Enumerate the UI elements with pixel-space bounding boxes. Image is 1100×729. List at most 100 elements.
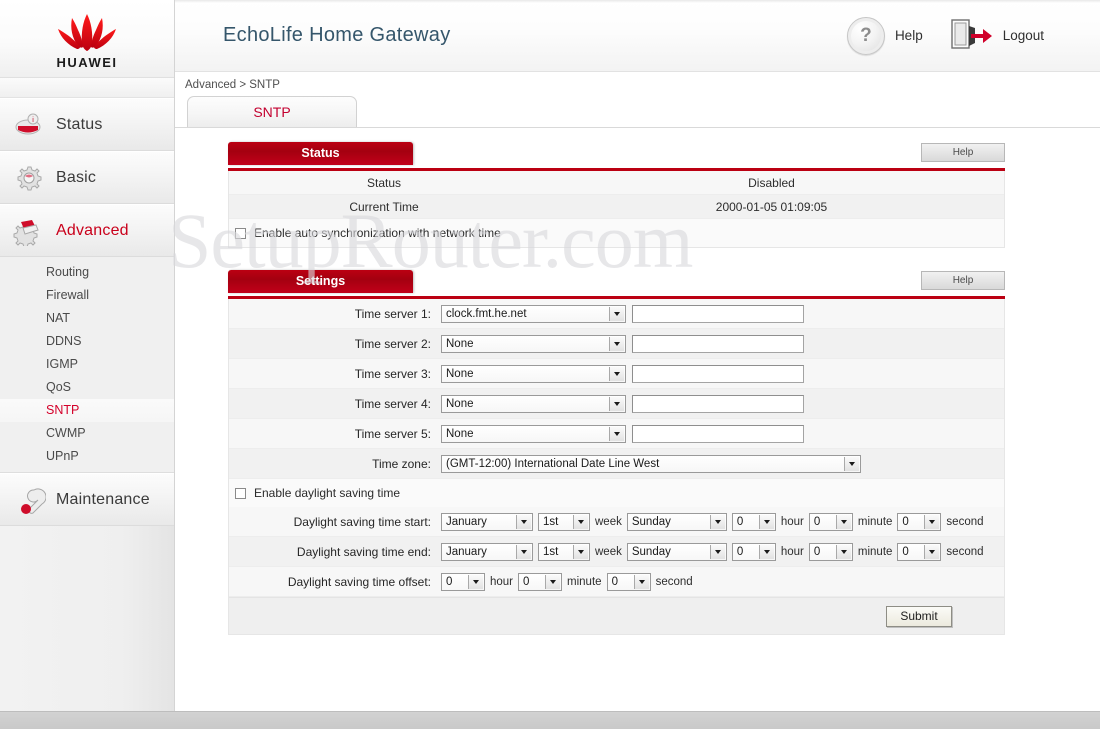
sidebar-subitem-routing[interactable]: Routing — [0, 261, 174, 284]
status-row-key: Status — [366, 175, 402, 190]
dst-offset-hour-select[interactable]: 0 — [441, 572, 485, 591]
dst-start-ordinal-select[interactable]: 1st — [538, 512, 590, 531]
sidebar-item-advanced[interactable]: Advanced — [0, 204, 174, 257]
time-server-3-input[interactable] — [632, 364, 804, 383]
table-row: Status Disabled — [229, 171, 1004, 195]
dst-end-ordinal-select[interactable]: 1st — [538, 542, 590, 561]
chevron-down-icon — [758, 544, 774, 559]
dst-end-hour-select[interactable]: 0 — [731, 542, 776, 561]
chevron-down-icon — [633, 574, 649, 589]
settings-panel-help-button[interactable]: Help — [921, 271, 1005, 290]
sidebar-subitem-sntp[interactable]: SNTP — [0, 399, 174, 422]
help-label: Help — [894, 28, 923, 43]
chevron-down-icon — [545, 574, 561, 589]
tab-strip: SNTP — [175, 96, 1100, 128]
chevron-down-icon — [609, 306, 624, 321]
chevron-down-icon — [573, 544, 588, 559]
chevron-down-icon — [709, 514, 725, 529]
sidebar-subitem-igmp[interactable]: IGMP — [0, 353, 174, 376]
chevron-down-icon — [924, 514, 940, 529]
dst-end-minute-value: 0 — [813, 545, 821, 558]
time-server-1-select[interactable]: clock.fmt.he.net — [441, 304, 626, 323]
time-server-2-row: Time server 2: None — [229, 329, 1004, 359]
time-server-5-label: Time server 5: — [354, 426, 431, 441]
help-button[interactable]: ? Help — [846, 16, 949, 55]
tab-sntp[interactable]: SNTP — [187, 96, 357, 127]
dst-offset-row: Daylight saving time offset: 0 hour 0 mi… — [229, 567, 1004, 597]
sidebar-item-status[interactable]: i Status — [0, 98, 174, 151]
time-server-3-select[interactable]: None — [441, 364, 626, 383]
sidebar-submenu-advanced: Routing Firewall NAT DDNS IGMP QoS SNTP … — [0, 257, 174, 473]
time-server-5-select[interactable]: None — [441, 424, 626, 443]
chevron-down-icon — [609, 336, 624, 351]
submit-button[interactable]: Submit — [886, 605, 952, 627]
sidebar-item-basic[interactable]: Basic — [0, 151, 174, 204]
time-server-5-input[interactable] — [632, 424, 804, 443]
auto-sync-row: Enable auto synchronization with network… — [229, 219, 1004, 247]
dst-start-minute-select[interactable]: 0 — [808, 512, 853, 531]
status-panel: Status Help Status Disabled Current Time… — [228, 142, 1005, 248]
advanced-gear-icon — [12, 216, 46, 247]
sidebar-spacer — [0, 78, 174, 98]
dst-start-ordinal-value: 1st — [543, 515, 559, 528]
sidebar-subitem-ddns[interactable]: DDNS — [0, 330, 174, 353]
dst-start-hour-unit: hour — [780, 515, 804, 528]
chevron-down-icon — [609, 366, 624, 381]
dst-offset-minute-select[interactable]: 0 — [518, 572, 563, 591]
time-server-3-row: Time server 3: None — [229, 359, 1004, 389]
sidebar-subitem-firewall[interactable]: Firewall — [0, 284, 174, 307]
dst-end-week-unit: week — [595, 545, 622, 558]
time-server-5-value: None — [446, 427, 474, 440]
question-circle-icon: ? — [846, 16, 885, 55]
status-panel-help-button[interactable]: Help — [921, 143, 1005, 162]
dst-end-row: Daylight saving time end: January 1st we… — [229, 537, 1004, 567]
sidebar-subitem-upnp[interactable]: UPnP — [0, 445, 174, 468]
dst-end-hour-unit: hour — [780, 545, 804, 558]
dst-start-day-value: Sunday — [631, 515, 671, 528]
dst-start-hour-select[interactable]: 0 — [731, 512, 776, 531]
dst-offset-second-select[interactable]: 0 — [606, 572, 651, 591]
dst-enable-checkbox[interactable] — [235, 487, 246, 499]
sidebar-item-maintenance[interactable]: Maintenance — [0, 473, 174, 526]
dst-enable-row: Enable daylight saving time — [229, 479, 1004, 507]
chevron-down-icon — [573, 514, 588, 529]
dst-end-month-select[interactable]: January — [441, 542, 533, 561]
dst-end-second-select[interactable]: 0 — [897, 542, 942, 561]
sidebar-subitem-cwmp[interactable]: CWMP — [0, 422, 174, 445]
dst-start-minute-value: 0 — [813, 515, 821, 528]
status-row-value: Disabled — [748, 175, 795, 190]
dst-start-month-value: January — [446, 515, 487, 528]
sidebar-subitem-nat[interactable]: NAT — [0, 307, 174, 330]
logout-button[interactable]: Logout — [949, 16, 1070, 55]
time-server-2-input[interactable] — [632, 334, 804, 353]
footer-strip — [0, 711, 1100, 729]
time-server-2-select[interactable]: None — [441, 334, 626, 353]
sidebar-item-label: Maintenance — [56, 490, 150, 508]
time-server-4-input[interactable] — [632, 394, 804, 413]
status-panel-body: Status Disabled Current Time 2000-01-05 … — [228, 171, 1005, 248]
auto-sync-checkbox[interactable] — [235, 227, 246, 239]
sidebar-subitem-qos[interactable]: QoS — [0, 376, 174, 399]
dst-start-month-select[interactable]: January — [441, 512, 533, 531]
gear-icon — [12, 163, 46, 193]
timezone-select[interactable]: (GMT-12:00) International Date Line West — [441, 454, 861, 473]
header-bar: EchoLife Home Gateway ? Help Logout — [175, 0, 1100, 72]
chevron-down-icon — [835, 514, 851, 529]
dst-start-week-unit: week — [595, 515, 622, 528]
time-server-1-row: Time server 1: clock.fmt.he.net — [229, 299, 1004, 329]
status-icon: i — [12, 110, 46, 140]
dst-start-row: Daylight saving time start: January 1st … — [229, 507, 1004, 537]
time-server-4-row: Time server 4: None — [229, 389, 1004, 419]
dst-end-day-select[interactable]: Sunday — [626, 542, 727, 561]
dst-start-second-value: 0 — [902, 515, 909, 528]
dst-start-day-select[interactable]: Sunday — [626, 512, 727, 531]
time-server-4-select[interactable]: None — [441, 394, 626, 413]
main-area: EchoLife Home Gateway ? Help Logout Adva… — [175, 0, 1100, 711]
timezone-value: (GMT-12:00) International Date Line West — [446, 457, 660, 470]
time-server-2-label: Time server 2: — [354, 336, 431, 351]
dst-end-minute-select[interactable]: 0 — [808, 542, 853, 561]
dst-start-second-select[interactable]: 0 — [897, 512, 942, 531]
chevron-down-icon — [709, 544, 725, 559]
dst-end-label: Daylight saving time end: — [296, 544, 431, 559]
time-server-1-input[interactable] — [632, 304, 804, 323]
